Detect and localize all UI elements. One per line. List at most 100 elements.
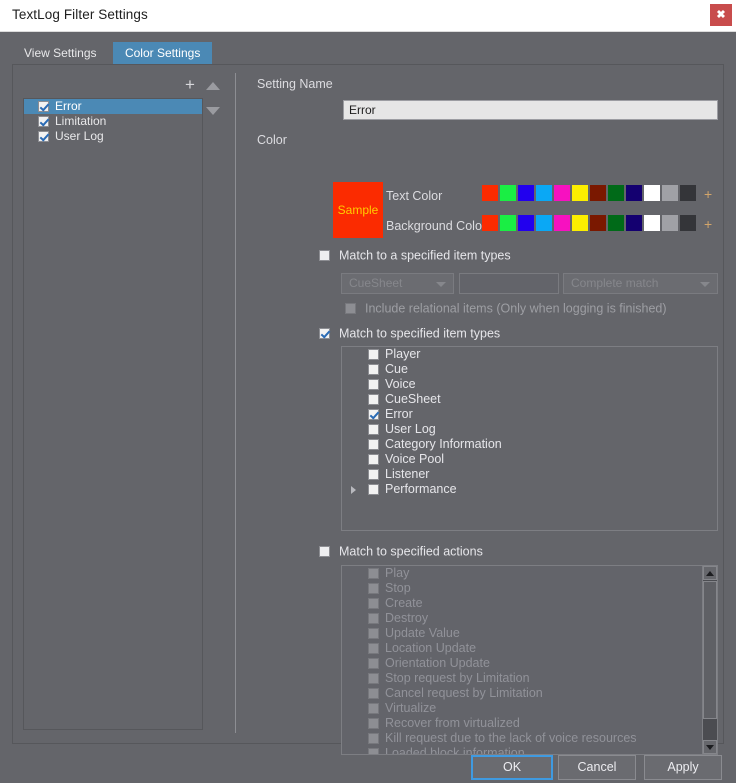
item-type-combo[interactable]: CueSheet bbox=[341, 273, 454, 294]
item-type-checkbox[interactable] bbox=[368, 364, 379, 375]
tab-color-settings[interactable]: Color Settings bbox=[113, 42, 212, 64]
item-types-list[interactable]: PlayerCueVoiceCueSheetErrorUser LogCateg… bbox=[341, 346, 718, 531]
item-type-row[interactable]: Player bbox=[342, 347, 717, 362]
text-color-swatch-8[interactable] bbox=[626, 185, 642, 201]
ok-button[interactable]: OK bbox=[471, 755, 553, 780]
item-type-checkbox[interactable] bbox=[368, 409, 379, 420]
item-type-row[interactable]: Cue bbox=[342, 362, 717, 377]
list-item-checkbox[interactable] bbox=[38, 116, 49, 127]
list-item-checkbox[interactable] bbox=[38, 101, 49, 112]
text-color-swatch-6[interactable] bbox=[590, 185, 606, 201]
item-type-row[interactable]: CueSheet bbox=[342, 392, 717, 407]
background-color-swatch-4[interactable] bbox=[554, 215, 570, 231]
background-color-swatch-2[interactable] bbox=[518, 215, 534, 231]
match-item-types-row[interactable]: Match to specified item types bbox=[319, 326, 500, 341]
text-color-swatch-11[interactable] bbox=[680, 185, 696, 201]
match-actions-checkbox[interactable] bbox=[319, 546, 330, 557]
match-actions-label: Match to specified actions bbox=[339, 545, 483, 559]
match-specified-item-type-row[interactable]: Match to a specified item types bbox=[319, 248, 511, 263]
expand-triangle-icon[interactable] bbox=[351, 486, 356, 494]
content-frame: + Error Limitation User Log bbox=[12, 64, 724, 744]
actions-list: PlayStopCreateDestroyUpdate ValueLocatio… bbox=[341, 565, 718, 755]
move-down-button[interactable] bbox=[203, 104, 223, 118]
add-setting-button[interactable]: + bbox=[181, 77, 199, 95]
text-color-swatch-4[interactable] bbox=[554, 185, 570, 201]
item-type-checkbox[interactable] bbox=[368, 454, 379, 465]
text-color-swatch-0[interactable] bbox=[482, 185, 498, 201]
text-color-swatch-10[interactable] bbox=[662, 185, 678, 201]
item-type-label: User Log bbox=[385, 422, 436, 436]
action-label: Stop bbox=[385, 581, 411, 595]
background-color-swatch-6[interactable] bbox=[590, 215, 606, 231]
list-item-checkbox[interactable] bbox=[38, 131, 49, 142]
text-color-palette[interactable] bbox=[482, 185, 696, 201]
item-type-row[interactable]: Error bbox=[342, 407, 717, 422]
list-item[interactable]: User Log bbox=[24, 129, 202, 144]
tab-view-settings[interactable]: View Settings bbox=[12, 42, 109, 64]
text-color-swatch-9[interactable] bbox=[644, 185, 660, 201]
match-item-types-checkbox[interactable] bbox=[319, 328, 330, 339]
list-item[interactable]: Error bbox=[24, 99, 202, 114]
background-color-swatch-9[interactable] bbox=[644, 215, 660, 231]
dialog-footer: OK Cancel Apply bbox=[0, 749, 736, 783]
item-type-row[interactable]: Performance bbox=[342, 482, 717, 497]
action-checkbox bbox=[368, 568, 379, 579]
action-checkbox bbox=[368, 658, 379, 669]
apply-button[interactable]: Apply bbox=[644, 755, 722, 780]
actions-scrollbar[interactable] bbox=[702, 566, 717, 754]
setting-name-label: Setting Name bbox=[257, 77, 333, 91]
text-color-swatch-7[interactable] bbox=[608, 185, 624, 201]
triangle-up-icon bbox=[706, 571, 714, 576]
background-color-add-button[interactable]: + bbox=[704, 217, 712, 231]
item-type-label: Listener bbox=[385, 467, 429, 481]
list-item-label: Limitation bbox=[55, 114, 106, 128]
close-icon[interactable]: ✖ bbox=[710, 4, 732, 26]
item-type-row[interactable]: User Log bbox=[342, 422, 717, 437]
action-label: Create bbox=[385, 596, 423, 610]
text-color-add-button[interactable]: + bbox=[704, 187, 712, 201]
item-type-row[interactable]: Voice Pool bbox=[342, 452, 717, 467]
item-type-row[interactable]: Listener bbox=[342, 467, 717, 482]
setting-name-input[interactable]: Error bbox=[343, 100, 718, 120]
item-type-checkbox[interactable] bbox=[368, 484, 379, 495]
action-label: Cancel request by Limitation bbox=[385, 686, 543, 700]
background-color-swatch-0[interactable] bbox=[482, 215, 498, 231]
background-color-swatch-10[interactable] bbox=[662, 215, 678, 231]
text-color-swatch-5[interactable] bbox=[572, 185, 588, 201]
item-type-row[interactable]: Voice bbox=[342, 377, 717, 392]
item-type-checkbox[interactable] bbox=[368, 394, 379, 405]
background-color-swatch-8[interactable] bbox=[626, 215, 642, 231]
item-type-checkbox[interactable] bbox=[368, 424, 379, 435]
background-color-label: Background Color bbox=[386, 219, 486, 233]
match-mode-combo[interactable]: Complete match bbox=[563, 273, 718, 294]
background-color-swatch-5[interactable] bbox=[572, 215, 588, 231]
text-color-swatch-2[interactable] bbox=[518, 185, 534, 201]
match-specified-item-type-label: Match to a specified item types bbox=[339, 249, 511, 263]
background-color-swatch-11[interactable] bbox=[680, 215, 696, 231]
scroll-up-button[interactable] bbox=[703, 566, 717, 580]
item-type-checkbox[interactable] bbox=[368, 469, 379, 480]
item-type-checkbox[interactable] bbox=[368, 379, 379, 390]
settings-list[interactable]: Error Limitation User Log bbox=[23, 98, 203, 730]
list-item[interactable]: Limitation bbox=[24, 114, 202, 129]
background-color-palette[interactable] bbox=[482, 215, 696, 231]
text-color-swatch-1[interactable] bbox=[500, 185, 516, 201]
cancel-button[interactable]: Cancel bbox=[558, 755, 636, 780]
action-row: Location Update bbox=[342, 641, 717, 656]
item-type-label: Voice Pool bbox=[385, 452, 444, 466]
background-color-swatch-7[interactable] bbox=[608, 215, 624, 231]
move-up-button[interactable] bbox=[203, 79, 223, 93]
action-row: Update Value bbox=[342, 626, 717, 641]
item-type-label: Cue bbox=[385, 362, 408, 376]
item-type-row[interactable]: Category Information bbox=[342, 437, 717, 452]
text-color-swatch-3[interactable] bbox=[536, 185, 552, 201]
scrollbar-thumb[interactable] bbox=[703, 581, 717, 719]
item-type-checkbox[interactable] bbox=[368, 439, 379, 450]
background-color-swatch-1[interactable] bbox=[500, 215, 516, 231]
item-name-input[interactable] bbox=[459, 273, 559, 294]
match-specified-item-type-checkbox[interactable] bbox=[319, 250, 330, 261]
background-color-swatch-3[interactable] bbox=[536, 215, 552, 231]
item-type-checkbox[interactable] bbox=[368, 349, 379, 360]
color-sample-preview: Sample bbox=[333, 182, 383, 238]
match-actions-row[interactable]: Match to specified actions bbox=[319, 544, 483, 559]
